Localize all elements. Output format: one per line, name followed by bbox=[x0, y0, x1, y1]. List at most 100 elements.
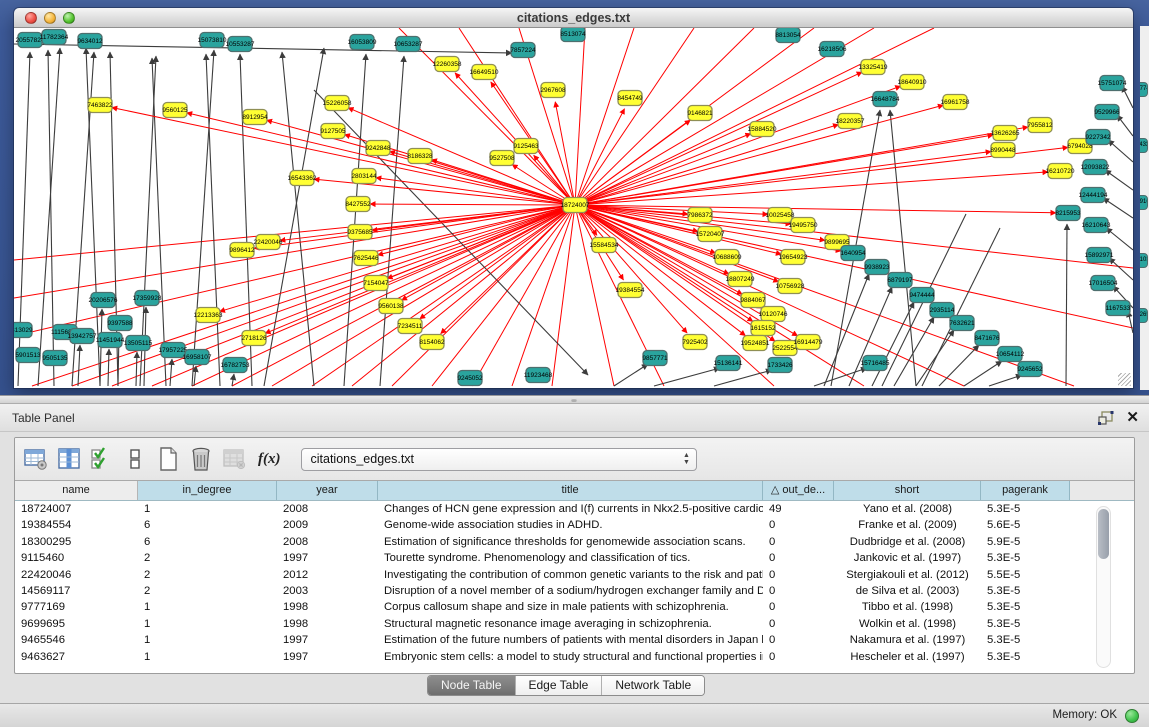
network-node[interactable]: 7925402 bbox=[682, 335, 708, 350]
network-node[interactable]: 2967608 bbox=[540, 83, 566, 98]
network-node[interactable]: 9125463 bbox=[513, 139, 539, 154]
network-node[interactable]: 10653287 bbox=[394, 37, 423, 52]
network-node[interactable]: 1640954 bbox=[840, 246, 866, 261]
column-header-title[interactable]: title bbox=[378, 481, 763, 500]
tab-edge-table[interactable]: Edge Table bbox=[516, 676, 603, 695]
column-header-name[interactable]: name bbox=[15, 481, 138, 500]
column-header-short[interactable]: short bbox=[834, 481, 981, 500]
network-node[interactable]: 10756928 bbox=[776, 279, 805, 294]
citation-edge-black[interactable] bbox=[194, 366, 196, 386]
network-node[interactable]: 16210720 bbox=[1046, 164, 1075, 179]
citation-edge-black[interactable] bbox=[78, 345, 80, 386]
citation-edge-black[interactable] bbox=[232, 374, 234, 386]
network-node[interactable]: 17016504 bbox=[1089, 276, 1118, 291]
scrollbar-thumb[interactable] bbox=[1098, 509, 1109, 559]
network-node[interactable]: 1167533 bbox=[1106, 301, 1131, 316]
function-builder-icon[interactable]: f(x) bbox=[258, 451, 281, 468]
network-node[interactable]: 19524851 bbox=[741, 336, 770, 351]
network-node[interactable]: 7154047 bbox=[363, 276, 389, 291]
network-node[interactable]: 12260358 bbox=[433, 57, 462, 72]
network-node[interactable]: 9527508 bbox=[489, 151, 515, 166]
network-node[interactable]: 9146821 bbox=[687, 106, 713, 121]
table-row[interactable]: 969969511998Structural magnetic resonanc… bbox=[15, 616, 1134, 632]
panel-splitter[interactable] bbox=[0, 395, 1149, 404]
citation-edge-red[interactable] bbox=[512, 205, 575, 386]
network-node[interactable]: 9560138 bbox=[378, 299, 404, 314]
network-node[interactable]: 9375685 bbox=[347, 225, 373, 240]
network-node[interactable]: 7955812 bbox=[1027, 118, 1053, 133]
network-node[interactable]: 11782364 bbox=[40, 30, 69, 45]
network-node[interactable]: 8186328 bbox=[407, 149, 433, 164]
citation-edge-black[interactable] bbox=[654, 368, 720, 386]
table-selector-dropdown[interactable]: citations_edges.txt ▲▼ bbox=[301, 448, 697, 471]
citation-edge-black[interactable] bbox=[964, 361, 1002, 386]
network-node[interactable]: 16649510 bbox=[470, 65, 499, 80]
network-node[interactable]: 9227342 bbox=[1085, 130, 1111, 145]
table-row[interactable]: 1872400712008Changes of HCN gene express… bbox=[15, 501, 1134, 517]
network-node[interactable]: 9242848 bbox=[365, 141, 391, 156]
network-node[interactable]: 2718126 bbox=[241, 331, 267, 346]
network-node[interactable]: 9505135 bbox=[42, 351, 68, 366]
delete-table-icon[interactable] bbox=[188, 446, 214, 472]
network-node[interactable]: 8471676 bbox=[974, 331, 1000, 346]
new-table-icon[interactable] bbox=[155, 446, 181, 472]
table-row[interactable]: 946554611997Estimation of the future num… bbox=[15, 632, 1134, 648]
network-node[interactable]: 15751074 bbox=[1098, 76, 1127, 91]
network-node[interactable]: 11451944 bbox=[96, 333, 125, 348]
tab-node-table[interactable]: Node Table bbox=[428, 676, 516, 695]
table-row[interactable]: 977716911998Corpus callosum shape and si… bbox=[15, 599, 1134, 615]
network-node[interactable]: 15136141 bbox=[714, 356, 743, 371]
network-node[interactable]: 18807249 bbox=[726, 272, 755, 287]
network-node[interactable]: 7632621 bbox=[949, 316, 975, 331]
table-row[interactable]: 1456911722003Disruption of a novel membe… bbox=[15, 583, 1134, 599]
citation-edge-black[interactable] bbox=[894, 317, 934, 386]
citation-edge-red[interactable] bbox=[552, 205, 575, 386]
close-window-icon[interactable] bbox=[25, 12, 37, 24]
network-node[interactable]: 13626265 bbox=[991, 126, 1020, 141]
network-node[interactable]: 15884520 bbox=[748, 122, 777, 137]
citation-edge-black[interactable] bbox=[108, 349, 109, 386]
network-node[interactable]: 13942757 bbox=[68, 329, 97, 344]
network-node[interactable]: 7463822 bbox=[87, 98, 113, 113]
network-node[interactable]: 9529966 bbox=[1094, 105, 1120, 120]
network-node[interactable]: 9397588 bbox=[107, 316, 133, 331]
citation-edge-black[interactable] bbox=[1103, 198, 1133, 218]
network-node[interactable]: 9857771 bbox=[642, 351, 668, 366]
network-node[interactable]: 7857224 bbox=[510, 43, 536, 58]
column-header-out_de[interactable]: △ out_de... bbox=[763, 481, 834, 500]
network-node[interactable]: 19495750 bbox=[789, 218, 818, 233]
network-node[interactable]: 7234511 bbox=[398, 319, 423, 334]
network-node[interactable]: 12213363 bbox=[194, 308, 223, 323]
citation-edge-black[interactable] bbox=[1108, 140, 1133, 162]
column-header-year[interactable]: year bbox=[277, 481, 378, 500]
citation-edge-red[interactable] bbox=[254, 205, 575, 248]
network-node[interactable]: 9896412 bbox=[229, 243, 255, 258]
citation-edge-red[interactable] bbox=[348, 108, 575, 205]
network-node[interactable]: 8454749 bbox=[617, 91, 643, 106]
citation-edge-black[interactable] bbox=[1105, 170, 1133, 190]
network-node[interactable]: 13325419 bbox=[859, 60, 888, 75]
network-node[interactable]: 8154062 bbox=[419, 335, 445, 350]
citation-network-graph[interactable]: 1872400774638229560125891295415226058912… bbox=[14, 28, 1133, 388]
table-column-icon[interactable] bbox=[56, 446, 82, 472]
network-node[interactable]: 15892971 bbox=[1085, 248, 1114, 263]
network-node[interactable]: 10025458 bbox=[766, 208, 795, 223]
column-header-in_degree[interactable]: in_degree bbox=[138, 481, 277, 500]
network-node[interactable]: 10688609 bbox=[713, 250, 742, 265]
network-node[interactable]: 9560125 bbox=[162, 103, 188, 118]
network-node[interactable]: 10553287 bbox=[226, 37, 255, 52]
table-row[interactable]: 2242004622012Investigating the contribut… bbox=[15, 567, 1134, 583]
network-node[interactable]: 7625446 bbox=[353, 251, 379, 266]
network-node[interactable]: 13505115 bbox=[124, 336, 153, 351]
citation-edge-red[interactable] bbox=[575, 172, 1048, 205]
citation-edge-red[interactable] bbox=[352, 205, 575, 386]
network-node[interactable]: 1733426 bbox=[767, 358, 793, 373]
network-node[interactable]: 9474444 bbox=[909, 288, 935, 303]
network-node[interactable]: 9313029 bbox=[14, 323, 33, 338]
network-node[interactable]: 8427552 bbox=[345, 197, 371, 212]
citation-edge-red[interactable] bbox=[192, 205, 575, 386]
network-node[interactable]: 16648784 bbox=[871, 92, 900, 107]
citation-edge-black[interactable] bbox=[1117, 115, 1133, 136]
network-node[interactable]: 20206576 bbox=[89, 293, 118, 308]
citation-edge-black[interactable] bbox=[1066, 224, 1067, 386]
